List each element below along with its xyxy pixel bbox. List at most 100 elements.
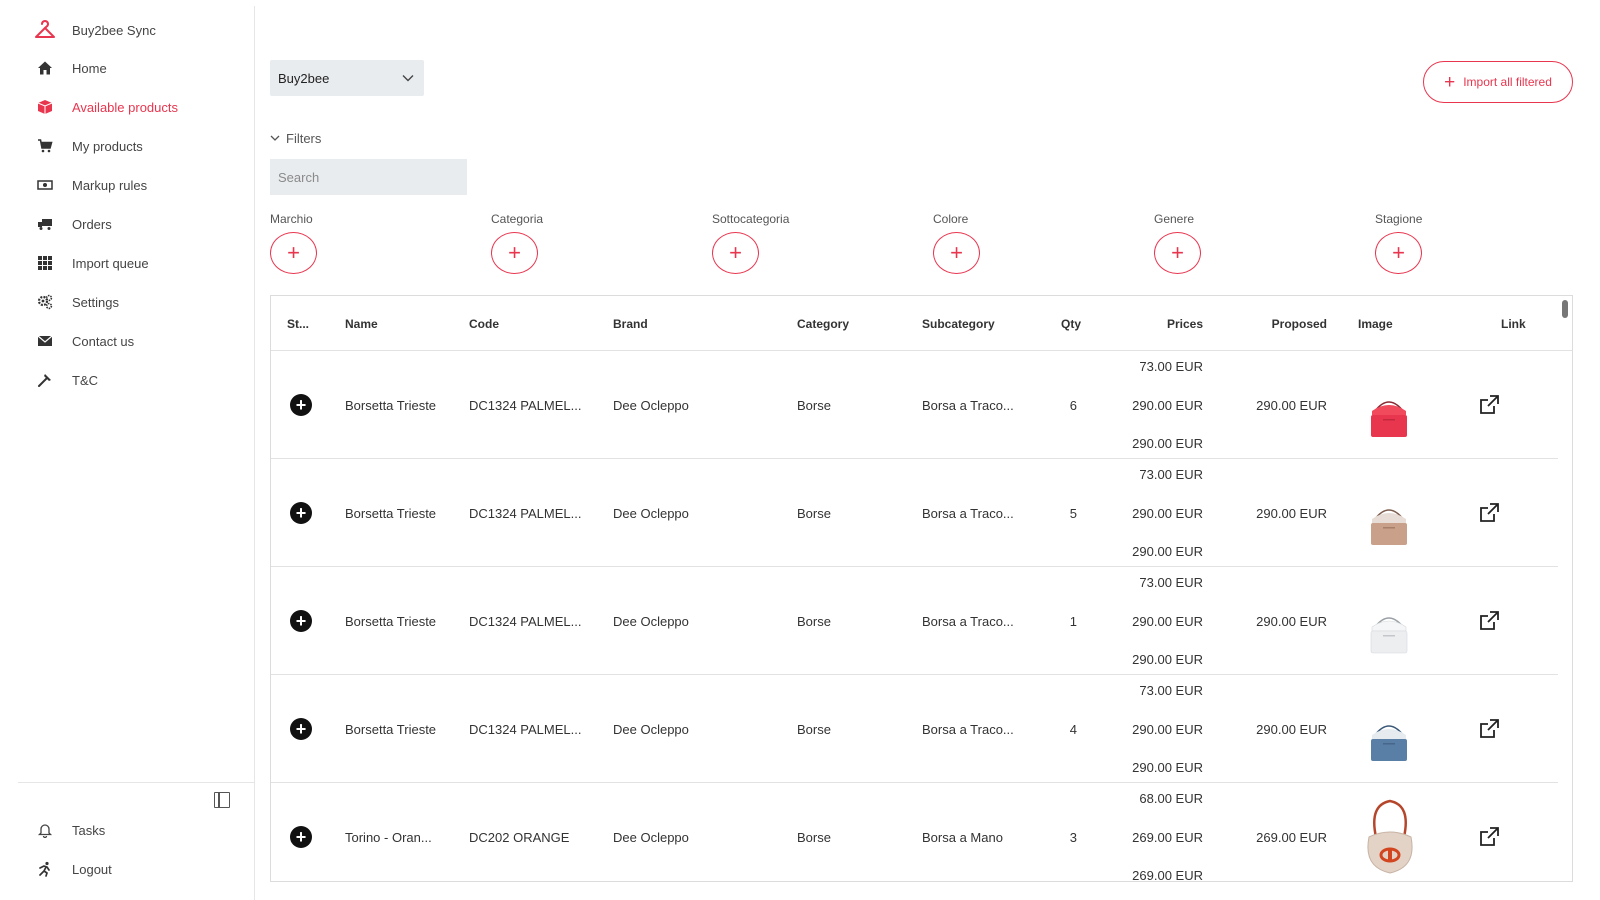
link-cell <box>1478 783 1500 881</box>
proposed-cell: 290.00 EUR <box>1256 505 1327 521</box>
add-colore-filter-button[interactable]: + <box>933 232 980 274</box>
column-header-status[interactable]: St... <box>287 296 309 351</box>
add-product-icon[interactable]: + <box>290 718 312 740</box>
external-link-icon[interactable] <box>1478 610 1500 632</box>
facet-label: Sottocategoria <box>712 212 790 226</box>
facet-label: Stagione <box>1375 212 1423 226</box>
sidebar-item-markup-rules[interactable]: Markup rules <box>18 167 147 203</box>
sidebar-item-logout[interactable]: Logout <box>18 851 112 887</box>
sidebar-item-home[interactable]: Home <box>18 50 107 86</box>
qty-cell: 5 <box>1069 505 1077 521</box>
import-all-filtered-button[interactable]: + Import all filtered <box>1423 61 1573 103</box>
price-value: 269.00 EUR <box>1132 868 1203 882</box>
add-product-icon[interactable]: + <box>290 610 312 632</box>
sidebar-item-label: Tasks <box>72 822 106 838</box>
sidebar-item-label: Orders <box>72 216 112 232</box>
code-cell: DC202 ORANGE <box>469 829 570 845</box>
column-header-name[interactable]: Name <box>345 296 378 351</box>
sidebar-item-label: Settings <box>72 294 119 310</box>
sidebar-item-label: My products <box>72 138 143 154</box>
price-value: 290.00 EUR <box>1132 613 1203 629</box>
name-cell: Borsetta Trieste <box>345 613 437 629</box>
proposed-cell: 290.00 EUR <box>1256 721 1327 737</box>
category-cell: Borse <box>797 397 831 413</box>
envelope-icon <box>18 333 72 349</box>
add-product-icon[interactable]: + <box>290 502 312 524</box>
name-cell: Borsetta Trieste <box>345 505 437 521</box>
column-header-proposed[interactable]: Proposed <box>1251 296 1327 351</box>
facet-colore: Colore + <box>933 212 1053 274</box>
subcategory-cell: Borsa a Mano <box>922 829 1003 845</box>
category-cell: Borse <box>797 505 831 521</box>
price-value: 73.00 EUR <box>1139 683 1203 698</box>
sidebar-item-label: Logout <box>72 861 112 877</box>
products-table: St... Name Code Brand Category Subcatego… <box>270 295 1573 882</box>
column-header-code[interactable]: Code <box>469 296 499 351</box>
column-header-qty[interactable]: Qty <box>1061 296 1081 351</box>
box-icon <box>18 99 72 115</box>
add-marchio-filter-button[interactable]: + <box>270 232 317 274</box>
column-header-subcategory[interactable]: Subcategory <box>922 296 995 351</box>
price-value: 290.00 EUR <box>1132 652 1203 667</box>
add-stagione-filter-button[interactable]: + <box>1375 232 1422 274</box>
status-cell: + <box>290 567 312 675</box>
filters-label: Filters <box>286 131 322 146</box>
sidebar-item-contact-us[interactable]: Contact us <box>18 323 134 359</box>
column-header-category[interactable]: Category <box>797 296 849 351</box>
brand-label: Buy2bee Sync <box>72 22 156 38</box>
sidebar-item-label: Markup rules <box>72 177 148 193</box>
sidebar-item-my-products[interactable]: My products <box>18 128 143 164</box>
status-cell: + <box>290 459 312 567</box>
add-product-icon[interactable]: + <box>290 826 312 848</box>
category-cell: Borse <box>797 721 831 737</box>
search-input[interactable] <box>270 159 467 195</box>
price-value: 290.00 EUR <box>1132 721 1203 737</box>
sidebar-item-orders[interactable]: Orders <box>18 206 112 242</box>
prices-cell: 73.00 EUR 290.00 EUR 290.00 EUR <box>1113 467 1203 559</box>
add-product-icon[interactable]: + <box>290 394 312 416</box>
external-link-icon[interactable] <box>1478 718 1500 740</box>
qty-cell: 4 <box>1069 721 1077 737</box>
facet-label: Genere <box>1154 212 1195 226</box>
qty-cell: 1 <box>1069 613 1077 629</box>
shop-select[interactable]: Buy2bee <box>270 60 424 96</box>
cash-icon <box>18 177 72 193</box>
price-value: 290.00 EUR <box>1132 505 1203 521</box>
gears-icon <box>18 294 72 310</box>
name-cell: Torino - Oran... <box>345 829 432 845</box>
external-link-icon[interactable] <box>1478 826 1500 848</box>
external-link-icon[interactable] <box>1478 502 1500 524</box>
sidebar: Buy2bee Sync Home Available products My … <box>18 6 255 900</box>
link-cell <box>1478 459 1500 567</box>
price-value: 73.00 EUR <box>1139 359 1203 374</box>
brand-cell: Dee Ocleppo <box>613 613 689 629</box>
facet-stagione: Stagione + <box>1375 212 1495 274</box>
column-header-prices[interactable]: Prices <box>1141 296 1203 351</box>
chevron-down-icon <box>270 135 280 141</box>
brand-cell: Dee Ocleppo <box>613 829 689 845</box>
brand-cell: Dee Ocleppo <box>613 721 689 737</box>
sidebar-item-tasks[interactable]: Tasks <box>18 812 105 848</box>
sidebar-item-available-products[interactable]: Available products <box>18 89 178 125</box>
filters-toggle[interactable]: Filters <box>270 131 321 146</box>
status-cell: + <box>290 351 312 459</box>
sidebar-item-tc[interactable]: T&C <box>18 362 98 398</box>
external-link-icon[interactable] <box>1478 394 1500 416</box>
column-header-brand[interactable]: Brand <box>613 296 648 351</box>
add-genere-filter-button[interactable]: + <box>1154 232 1201 274</box>
shop-select-value: Buy2bee <box>278 70 330 86</box>
add-categoria-filter-button[interactable]: + <box>491 232 538 274</box>
sidebar-item-settings[interactable]: Settings <box>18 284 119 320</box>
proposed-cell: 290.00 EUR <box>1256 397 1327 413</box>
sidebar-item-label: Contact us <box>72 333 135 349</box>
code-cell: DC1324 PALMEL... <box>469 721 582 737</box>
qty-cell: 3 <box>1069 829 1077 845</box>
brand-cell: Dee Ocleppo <box>613 505 689 521</box>
subcategory-cell: Borsa a Traco... <box>922 613 1014 629</box>
add-sottocategoria-filter-button[interactable]: + <box>712 232 759 274</box>
collapse-sidebar-icon[interactable] <box>214 792 230 808</box>
table-row: + Borsetta Trieste DC1324 PALMEL... Dee … <box>271 459 1558 567</box>
brand[interactable]: Buy2bee Sync <box>18 12 156 48</box>
sidebar-item-import-queue[interactable]: Import queue <box>18 245 149 281</box>
sidebar-item-label: Import queue <box>72 255 149 271</box>
